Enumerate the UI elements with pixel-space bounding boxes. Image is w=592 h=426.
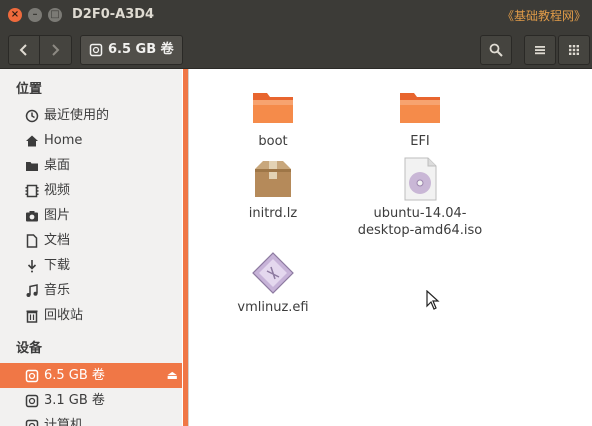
- sidebar: 位置 最近使用的 Home 桌面 视频 图片 文档 下载 音乐 回收站 设备 6…: [0, 69, 182, 426]
- sidebar-item-label: 音乐: [44, 283, 71, 298]
- forward-button[interactable]: [40, 36, 70, 64]
- file-item-vmlinuz[interactable]: vmlinuz.efi: [203, 249, 343, 316]
- disc-image-icon: [404, 157, 437, 201]
- sidebar-item-volume-3-1gb[interactable]: 3.1 GB 卷: [0, 388, 182, 413]
- orange-folder-icon: [400, 93, 440, 123]
- sidebar-item-label: 6.5 GB 卷: [44, 368, 105, 383]
- sidebar-item-volume-6-5gb[interactable]: 6.5 GB 卷 ⏏: [0, 363, 182, 388]
- file-name: vmlinuz.efi: [237, 300, 309, 315]
- chevron-left-icon: [19, 44, 27, 56]
- sidebar-item-pictures[interactable]: 图片: [0, 203, 182, 228]
- sidebar-item-label: 视频: [44, 183, 71, 198]
- sidebar-item-label: 文档: [44, 233, 71, 248]
- sidebar-item-label: Home: [44, 133, 83, 148]
- list-view-button[interactable]: [524, 35, 556, 65]
- devices-section-header: 设备: [16, 341, 43, 356]
- maximize-window-button[interactable]: □: [48, 8, 62, 22]
- chevron-right-icon: [52, 44, 60, 56]
- sidebar-item-videos[interactable]: 视频: [0, 178, 182, 203]
- file-item-efi[interactable]: EFI: [350, 83, 490, 150]
- trash-icon: [24, 308, 40, 324]
- back-button[interactable]: [9, 36, 40, 64]
- search-button[interactable]: [480, 35, 512, 65]
- orange-folder-icon: [253, 93, 293, 123]
- file-item-ubuntu-iso[interactable]: ubuntu-14.04- desktop-amd64.iso: [350, 155, 490, 239]
- file-view: boot EFI initrd.lz ubuntu-14.04- desktop…: [189, 69, 592, 426]
- executable-file-icon: [252, 252, 294, 294]
- close-window-button[interactable]: ×: [8, 8, 22, 22]
- file-name: initrd.lz: [248, 206, 298, 221]
- list-view-icon: [535, 46, 545, 55]
- grid-view-button[interactable]: [558, 35, 590, 65]
- sidebar-item-label: 下载: [44, 258, 71, 273]
- path-bar-current-volume[interactable]: 6.5 GB 卷: [80, 35, 183, 65]
- video-icon: [24, 183, 40, 199]
- sidebar-item-home[interactable]: Home: [0, 128, 182, 153]
- window-title: D2F0-A3D4: [72, 7, 155, 22]
- title-bar: × – □ D2F0-A3D4 《基础教程网》: [0, 0, 592, 30]
- sidebar-item-label: 图片: [44, 208, 71, 223]
- file-name: EFI: [410, 134, 430, 149]
- sidebar-item-documents[interactable]: 文档: [0, 228, 182, 253]
- sidebar-item-recent[interactable]: 最近使用的: [0, 103, 182, 128]
- sidebar-item-label: 最近使用的: [44, 108, 110, 123]
- archive-box-icon: [255, 161, 291, 197]
- path-bar-label: 6.5 GB 卷: [108, 42, 174, 57]
- drive-icon: [24, 368, 40, 384]
- computer-icon: [24, 418, 40, 426]
- sidebar-item-desktop[interactable]: 桌面: [0, 153, 182, 178]
- watermark-text: 《基础教程网》: [501, 9, 586, 23]
- file-item-initrd[interactable]: initrd.lz: [203, 155, 343, 222]
- camera-icon: [24, 208, 40, 224]
- sidebar-item-label: 回收站: [44, 308, 84, 323]
- music-icon: [24, 283, 40, 299]
- sidebar-item-music[interactable]: 音乐: [0, 278, 182, 303]
- navigation-group: [8, 35, 72, 65]
- file-item-boot[interactable]: boot: [203, 83, 343, 150]
- sidebar-item-trash[interactable]: 回收站: [0, 303, 182, 328]
- mouse-pointer-icon: [426, 290, 440, 310]
- search-icon: [489, 43, 503, 57]
- recent-icon: [24, 108, 40, 124]
- sidebar-item-downloads[interactable]: 下载: [0, 253, 182, 278]
- file-name-line2: desktop-amd64.iso: [357, 223, 483, 238]
- file-name: boot: [258, 134, 288, 149]
- file-name-line1: ubuntu-14.04-: [373, 206, 467, 221]
- drive-icon: [89, 43, 103, 57]
- sidebar-item-computer[interactable]: 计算机: [0, 413, 182, 426]
- drive-icon: [24, 393, 40, 409]
- home-icon: [24, 133, 40, 149]
- document-icon: [24, 233, 40, 249]
- grid-view-icon: [569, 45, 579, 55]
- places-section-header: 位置: [16, 82, 43, 97]
- sidebar-item-label: 计算机: [44, 418, 84, 426]
- minimize-window-button[interactable]: –: [28, 8, 42, 22]
- sidebar-item-label: 3.1 GB 卷: [44, 393, 105, 408]
- sidebar-item-label: 桌面: [44, 158, 71, 173]
- toolbar: 6.5 GB 卷: [0, 30, 592, 69]
- download-icon: [24, 258, 40, 274]
- desktop-folder-icon: [24, 158, 40, 174]
- eject-icon[interactable]: ⏏: [167, 363, 178, 388]
